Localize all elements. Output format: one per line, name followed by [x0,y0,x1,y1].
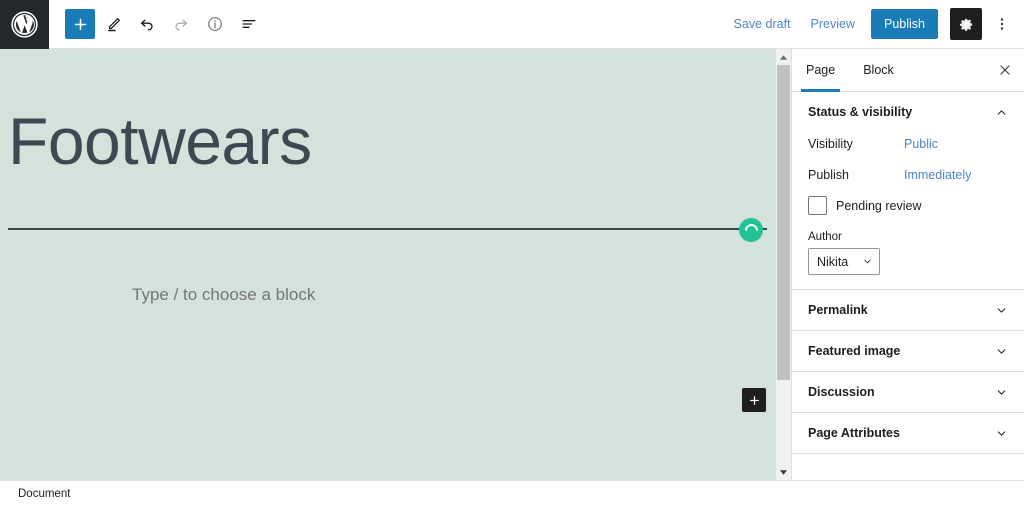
pending-review-row: Pending review [808,194,1008,231]
panel-title: Page Attributes [808,426,900,440]
editor-toolbar: Save draft Preview Publish [0,0,1024,49]
panel-page-attributes: Page Attributes [792,413,1024,454]
redo-arrow-icon [175,19,188,31]
plus-icon [749,395,759,405]
author-select-value: Nikita [817,254,849,269]
editor-canvas[interactable]: Footwears Type / to choose a block [0,49,775,480]
more-options-button[interactable] [988,8,1016,40]
canvas-scrollbar[interactable] [775,49,791,480]
scroll-down-arrow-icon[interactable] [776,464,791,480]
status-bar: Document [0,480,1024,506]
canvas-wrapper: Footwears Type / to choose a block [0,49,791,480]
panel-title: Featured image [808,344,901,358]
list-view-icon [242,20,256,29]
kebab-menu-icon [1000,18,1004,30]
row-publish: Publish Immediately [808,163,1008,194]
close-sidebar-button[interactable] [986,49,1024,91]
chevron-down-icon [997,389,1006,395]
wordpress-logo-icon[interactable] [0,0,49,49]
panel-status-visibility: Status & visibility Visibility Public Pu… [792,92,1024,290]
pending-review-checkbox[interactable] [808,196,827,215]
details-button[interactable] [199,8,231,40]
redo-button[interactable] [165,8,197,40]
breadcrumb[interactable]: Document [18,488,70,500]
save-draft-button[interactable]: Save draft [724,11,801,37]
toolbar-tools [49,8,265,40]
scrollbar-thumb[interactable] [777,65,790,381]
panel-permalink: Permalink [792,290,1024,331]
chevron-down-icon [997,348,1006,354]
panel-discussion-header[interactable]: Discussion [792,372,1024,412]
gear-icon [959,18,972,31]
publish-label: Publish [808,168,849,182]
info-circle-icon [208,17,222,31]
chevron-down-icon [997,307,1006,313]
list-view-button[interactable] [233,8,265,40]
preview-button[interactable]: Preview [801,11,865,37]
pencil-icon [107,17,120,31]
toolbar-actions: Save draft Preview Publish [724,8,1024,40]
block-inserter-button[interactable] [742,388,766,412]
panel-featured-image-header[interactable]: Featured image [792,331,1024,371]
panel-status-visibility-header[interactable]: Status & visibility [792,92,1024,132]
add-block-button[interactable] [65,9,95,39]
plus-icon [74,18,86,30]
author-field: Author Nikita [808,231,1008,275]
loading-spinner-icon [739,218,763,242]
panel-title: Status & visibility [808,105,913,119]
sidebar-tabs: Page Block [792,49,1024,92]
edit-tool-button[interactable] [97,8,129,40]
panel-title: Permalink [808,303,868,317]
scroll-up-arrow-icon[interactable] [776,49,791,65]
chevron-up-icon [997,109,1006,115]
settings-button[interactable] [950,8,982,40]
panel-featured-image: Featured image [792,331,1024,372]
editor-app: Save draft Preview Publish Footwears Typ… [0,0,1024,506]
row-visibility: Visibility Public [808,132,1008,163]
panel-discussion: Discussion [792,372,1024,413]
settings-sidebar: Page Block Status & visibility Visibilit… [791,49,1024,480]
panel-status-visibility-body: Visibility Public Publish Immediately Pe… [792,132,1024,289]
panel-page-attributes-header[interactable]: Page Attributes [792,413,1024,453]
visibility-label: Visibility [808,137,853,151]
publish-value-button[interactable]: Immediately [904,168,971,182]
undo-button[interactable] [131,8,163,40]
editor-body: Footwears Type / to choose a block Page … [0,49,1024,480]
tab-block[interactable]: Block [849,49,908,91]
tab-page[interactable]: Page [792,49,849,92]
undo-arrow-icon [140,19,153,31]
visibility-value-button[interactable]: Public [904,137,938,151]
author-select[interactable]: Nikita [808,248,880,275]
chevron-down-icon [997,430,1006,436]
publish-button[interactable]: Publish [871,9,938,39]
panel-permalink-header[interactable]: Permalink [792,290,1024,330]
pending-review-label[interactable]: Pending review [836,199,921,213]
scrollbar-track[interactable] [776,65,791,464]
panel-title: Discussion [808,385,875,399]
author-label: Author [808,231,842,243]
block-placeholder[interactable]: Type / to choose a block [0,285,775,305]
title-separator [8,227,767,230]
chevron-down-icon [864,259,871,264]
post-title[interactable]: Footwears [0,49,775,178]
close-icon [1000,65,1010,75]
